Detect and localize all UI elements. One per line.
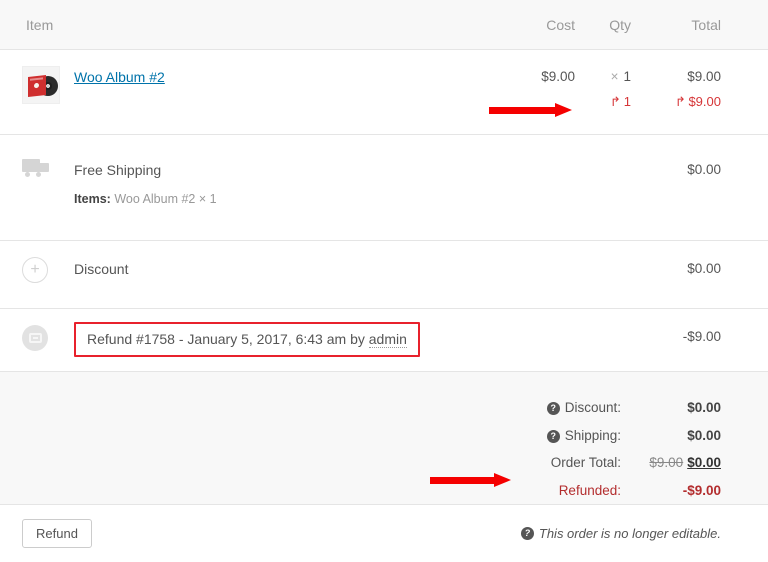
product-refunded-qty-value: 1 xyxy=(623,94,631,109)
discount-label: Discount xyxy=(74,261,129,277)
table-row-refund[interactable]: Refund #1758 - January 5, 2017, 6:43 am … xyxy=(0,309,768,372)
order-total-original-amount: $9.00 xyxy=(649,455,684,471)
qty-multiply-symbol: × xyxy=(610,69,619,84)
totals-row-order-total: Order Total: $9.00 $0.00 xyxy=(547,449,721,477)
shipping-total-cell: $0.00 xyxy=(687,162,721,177)
shipping-name-cell: Free Shipping Items: Woo Album #2 × 1 xyxy=(74,135,479,206)
refund-name-cell: Refund #1758 - January 5, 2017, 6:43 am … xyxy=(74,309,479,357)
column-header-item: Item xyxy=(26,16,54,33)
refund-return-arrow-icon: ↰ xyxy=(609,94,621,109)
product-total-cell: $9.00 ↰ $9.00 xyxy=(631,50,768,110)
refund-circle-icon xyxy=(22,325,48,351)
refund-note-highlight-box: Refund #1758 - January 5, 2017, 6:43 am … xyxy=(74,322,420,357)
order-total-current-amount: $0.00 xyxy=(687,455,721,471)
discount-icon-cell: + xyxy=(0,241,74,283)
totals-label-discount-text: Discount: xyxy=(564,400,621,416)
shipping-items-value: Woo Album #2 × 1 xyxy=(114,192,217,206)
order-items-panel: Item Cost Qty Total Woo Album #2 $9.00 ×… xyxy=(0,0,768,562)
product-cost-cell: $9.00 xyxy=(479,50,575,84)
totals-label-shipping: ? Shipping: xyxy=(546,422,635,450)
refund-note-text: Refund #1758 - January 5, 2017, 6:43 am … xyxy=(87,331,369,347)
shipping-items-label: Items: xyxy=(74,192,111,206)
table-row-discount[interactable]: + Discount $0.00 xyxy=(0,241,768,309)
shipping-cost-cell xyxy=(479,135,575,162)
product-total-value: $9.00 xyxy=(687,69,721,84)
totals-value-refunded: -$9.00 xyxy=(682,482,721,498)
album-thumbnail-icon xyxy=(22,66,60,104)
discount-total-cell: $0.00 xyxy=(687,261,721,276)
discount-name-cell: Discount xyxy=(74,241,479,277)
product-qty-value: 1 xyxy=(623,69,631,84)
help-icon[interactable]: ? xyxy=(520,527,534,540)
order-totals-area: ? Discount: $0.00 ? Shipping: $0.00 Order … xyxy=(0,372,768,505)
totals-row-refunded: Refunded: -$9.00 xyxy=(547,477,721,505)
table-row-product[interactable]: Woo Album #2 $9.00 × 1 ↰ 1 $9.00 ↰ $9.00 xyxy=(0,50,768,135)
refund-return-arrow-icon: ↰ xyxy=(674,94,686,109)
product-thumbnail-cell xyxy=(0,50,74,104)
totals-label-order-total: Order Total: xyxy=(550,455,621,471)
order-totals-table: ? Discount: $0.00 ? Shipping: $0.00 Order … xyxy=(546,394,721,505)
product-qty-cell: × 1 ↰ 1 xyxy=(575,50,631,110)
refund-swap-glyph-shape xyxy=(28,333,42,343)
product-name-cell: Woo Album #2 xyxy=(74,50,479,85)
product-refunded-qty: ↰ 1 xyxy=(575,84,631,110)
totals-row-shipping: ? Shipping: $0.00 xyxy=(546,422,721,450)
help-icon[interactable]: ? xyxy=(546,402,560,416)
help-icon[interactable]: ? xyxy=(546,429,560,443)
product-cost-value: $9.00 xyxy=(541,69,575,84)
totals-label-shipping-text: Shipping: xyxy=(564,427,621,443)
order-not-editable-note: ? This order is no longer editable. xyxy=(520,526,746,541)
refund-total-cell: -$9.00 xyxy=(682,329,721,344)
product-refunded-total: ↰ $9.00 xyxy=(631,84,721,110)
product-link[interactable]: Woo Album #2 xyxy=(74,69,165,85)
totals-value-shipping: $0.00 xyxy=(687,427,721,443)
album-sleeve-shape xyxy=(28,75,46,97)
truck-wheel-front xyxy=(25,172,30,177)
items-table-header: Item Cost Qty Total xyxy=(0,0,768,50)
totals-row-discount: ? Discount: $0.00 xyxy=(546,394,721,422)
truck-icon xyxy=(22,157,52,179)
column-header-qty: Qty xyxy=(609,16,631,33)
product-qty-group: × 1 xyxy=(575,69,631,84)
totals-value-order-total: $9.00 $0.00 xyxy=(635,449,721,477)
order-items-footer: Refund ? This order is no longer editable… xyxy=(0,505,768,562)
plus-circle-icon: + xyxy=(22,257,48,283)
column-header-total: Total xyxy=(691,16,721,33)
truck-cab-shape xyxy=(22,159,40,172)
shipping-items-meta: Items: Woo Album #2 × 1 xyxy=(74,192,469,206)
refund-button[interactable]: Refund xyxy=(22,518,92,549)
order-not-editable-text: This order is no longer editable. xyxy=(538,526,721,541)
totals-value-discount: $0.00 xyxy=(687,400,721,416)
refund-icon-cell xyxy=(0,309,74,351)
truck-wheel-rear xyxy=(36,172,41,177)
table-row-shipping[interactable]: Free Shipping Items: Woo Album #2 × 1 $0… xyxy=(0,135,768,241)
totals-label-discount: ? Discount: xyxy=(546,394,635,422)
truck-box-shape xyxy=(39,163,49,172)
column-header-cost: Cost xyxy=(546,16,575,33)
product-refunded-total-value: $9.00 xyxy=(688,94,721,109)
shipping-method-name: Free Shipping xyxy=(74,162,162,178)
shipping-icon-cell xyxy=(0,135,74,179)
shipping-qty-cell xyxy=(575,135,631,162)
totals-label-refunded: Refunded: xyxy=(558,482,621,498)
refund-author-link[interactable]: admin xyxy=(368,331,407,348)
